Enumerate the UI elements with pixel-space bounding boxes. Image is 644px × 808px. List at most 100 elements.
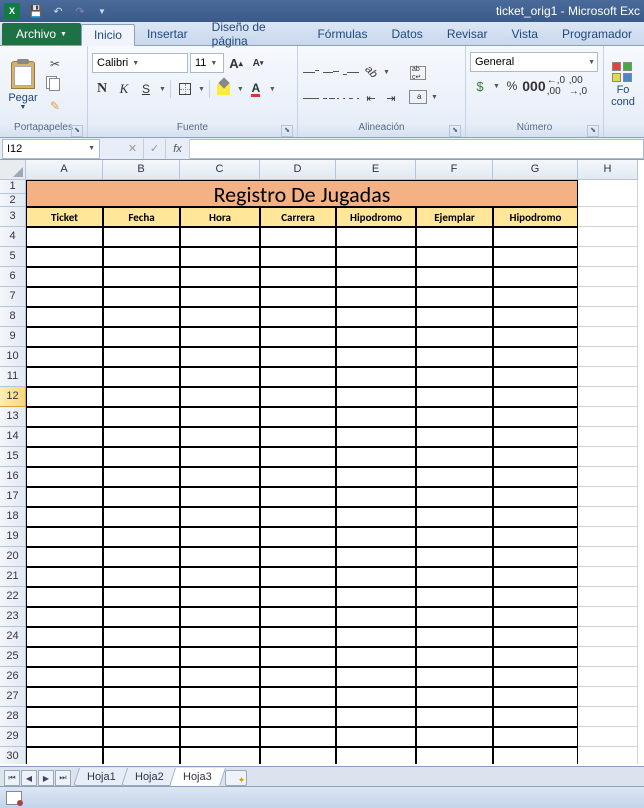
table-cell[interactable]: [260, 307, 336, 327]
table-cell[interactable]: [416, 607, 493, 627]
table-cell[interactable]: [180, 427, 260, 447]
row-header[interactable]: 28: [0, 707, 26, 727]
table-cell[interactable]: [103, 447, 180, 467]
table-cell[interactable]: [103, 747, 180, 764]
table-cell[interactable]: [416, 627, 493, 647]
table-cell[interactable]: [493, 747, 578, 764]
table-cell[interactable]: [26, 527, 103, 547]
tab-revisar[interactable]: Revisar: [435, 23, 500, 45]
table-cell[interactable]: [260, 607, 336, 627]
new-sheet-button[interactable]: [225, 770, 247, 786]
table-cell[interactable]: [103, 607, 180, 627]
tab-inicio[interactable]: Inicio: [81, 24, 135, 46]
name-box[interactable]: I12 ▼: [2, 139, 100, 159]
bold-button[interactable]: N: [92, 79, 112, 99]
table-cell[interactable]: [103, 467, 180, 487]
table-cell[interactable]: [416, 547, 493, 567]
row-header[interactable]: 6: [0, 267, 26, 287]
table-cell[interactable]: [180, 567, 260, 587]
sheet-nav-next-icon[interactable]: ▶: [38, 770, 54, 786]
table-cell[interactable]: [26, 547, 103, 567]
table-cell[interactable]: [103, 367, 180, 387]
table-cell[interactable]: [180, 307, 260, 327]
table-cell[interactable]: [416, 667, 493, 687]
row-header[interactable]: 18: [0, 507, 26, 527]
table-cell[interactable]: [336, 567, 416, 587]
format-painter-icon[interactable]: ✎: [46, 97, 64, 115]
table-cell[interactable]: [26, 387, 103, 407]
chevron-down-icon[interactable]: ▼: [237, 86, 244, 93]
table-cell[interactable]: [416, 567, 493, 587]
table-cell[interactable]: [180, 507, 260, 527]
table-cell[interactable]: [103, 487, 180, 507]
table-cell[interactable]: [260, 407, 336, 427]
table-cell[interactable]: [103, 347, 180, 367]
table-cell[interactable]: [180, 347, 260, 367]
tab-datos[interactable]: Datos: [379, 23, 434, 45]
table-cell[interactable]: [493, 367, 578, 387]
table-cell[interactable]: [336, 287, 416, 307]
column-header[interactable]: C: [180, 160, 260, 180]
tab-programador[interactable]: Programador: [550, 23, 644, 45]
table-cell[interactable]: [416, 527, 493, 547]
table-cell[interactable]: [260, 287, 336, 307]
table-cell[interactable]: [416, 447, 493, 467]
qat-dropdown-icon[interactable]: ▼: [94, 3, 110, 19]
table-cell[interactable]: [180, 527, 260, 547]
table-cell[interactable]: [26, 627, 103, 647]
row-header[interactable]: 24: [0, 627, 26, 647]
copy-button[interactable]: [46, 76, 64, 94]
table-cell[interactable]: [336, 467, 416, 487]
align-right-button[interactable]: [342, 89, 360, 107]
table-cell[interactable]: [180, 227, 260, 247]
number-format-combo[interactable]: General▼: [470, 52, 598, 72]
fill-color-button[interactable]: [214, 79, 234, 99]
row-header[interactable]: 13: [0, 407, 26, 427]
table-cell[interactable]: [26, 647, 103, 667]
table-header-cell[interactable]: Hipodromo: [336, 207, 416, 227]
table-cell[interactable]: [26, 707, 103, 727]
row-header[interactable]: 7: [0, 287, 26, 307]
table-cell[interactable]: [336, 727, 416, 747]
table-cell[interactable]: [416, 367, 493, 387]
table-cell[interactable]: [416, 287, 493, 307]
comma-style-button[interactable]: 000: [524, 76, 544, 96]
table-cell[interactable]: [493, 407, 578, 427]
table-cell[interactable]: [180, 687, 260, 707]
table-cell[interactable]: [103, 387, 180, 407]
table-cell[interactable]: [180, 327, 260, 347]
table-cell[interactable]: [336, 247, 416, 267]
table-cell[interactable]: [260, 347, 336, 367]
tab-vista[interactable]: Vista: [500, 23, 550, 45]
table-cell[interactable]: [336, 267, 416, 287]
paste-button[interactable]: Pegar ▼: [4, 60, 42, 111]
table-cell[interactable]: [103, 287, 180, 307]
orientation-button[interactable]: ab: [362, 63, 380, 81]
table-cell[interactable]: [416, 347, 493, 367]
table-cell[interactable]: [416, 487, 493, 507]
row-header[interactable]: 26: [0, 667, 26, 687]
shrink-font-button[interactable]: A▾: [248, 53, 268, 73]
table-cell[interactable]: [416, 467, 493, 487]
table-cell[interactable]: [493, 307, 578, 327]
table-cell[interactable]: [26, 327, 103, 347]
dialog-launcher-icon[interactable]: ⬊: [587, 125, 599, 137]
font-color-button[interactable]: A: [246, 79, 266, 99]
table-cell[interactable]: [180, 547, 260, 567]
column-header[interactable]: B: [103, 160, 180, 180]
table-cell[interactable]: [180, 707, 260, 727]
table-cell[interactable]: [26, 427, 103, 447]
table-header-cell[interactable]: Ticket: [26, 207, 103, 227]
chevron-down-icon[interactable]: ▼: [159, 86, 166, 93]
table-cell[interactable]: [336, 447, 416, 467]
table-cell[interactable]: [180, 727, 260, 747]
table-cell[interactable]: [416, 267, 493, 287]
tab-insertar[interactable]: Insertar: [135, 23, 200, 45]
select-all-button[interactable]: [0, 160, 26, 180]
decrease-indent-button[interactable]: ⇤: [362, 89, 380, 107]
sheet-nav-prev-icon[interactable]: ◀: [21, 770, 37, 786]
sheet-title-cell[interactable]: Registro De Jugadas: [26, 180, 578, 207]
table-cell[interactable]: [260, 647, 336, 667]
table-cell[interactable]: [180, 487, 260, 507]
row-header[interactable]: 9: [0, 327, 26, 347]
